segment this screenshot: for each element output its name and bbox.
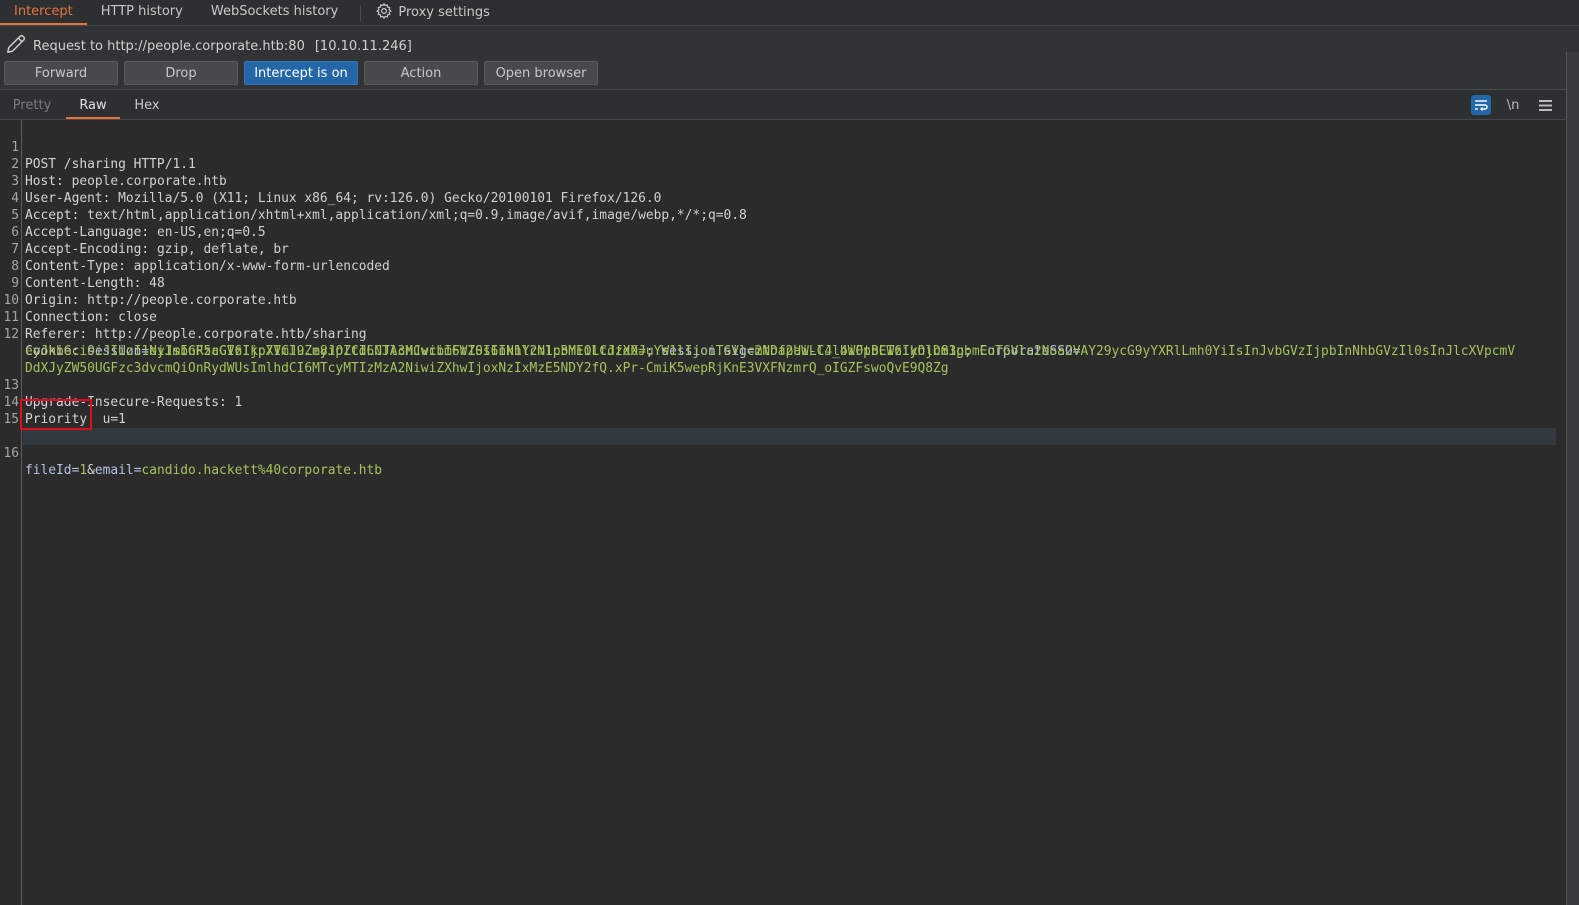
header-line: 9 Origin: http://people.corporate.htb [0,258,1566,308]
proxy-tabs: Intercept HTTP history WebSockets histor… [0,0,1579,26]
tab-pretty[interactable]: Pretty [0,90,64,119]
header-line: 6 Accept-Encoding: gzip, deflate, br [0,207,1566,257]
request-ip: [10.10.11.246] [314,38,412,54]
param-value-fileid: 1 [79,463,88,478]
show-newlines-toggle[interactable]: \n [1503,95,1523,115]
header-line: 2 Host: people.corporate.htb [0,139,1566,189]
cookie-header-continuation: DdXJyZW50UGFzc3dvcmQiOnRydWUsImlhdCI6MTc… [0,343,1566,376]
request-line: 1 POST /sharing HTTP/1.1 [0,122,1566,172]
tab-hex[interactable]: Hex [124,90,170,119]
message-view-tabs: Pretty Raw Hex \n [0,90,1579,120]
tab-intercept[interactable]: Intercept [0,0,87,25]
editor-tools: \n [1471,95,1555,115]
tab-divider [360,4,362,21]
tab-http-history[interactable]: HTTP history [87,0,197,25]
header-line: 5 Accept-Language: en-US,en;q=0.5 [0,190,1566,240]
param-value-email: candido.hackett%40corporate.htb [141,463,383,478]
header-line: 14 Priority: u=1 [0,377,1566,427]
drop-button[interactable]: Drop [124,61,238,85]
raw-request-editor[interactable]: 1 POST /sharing HTTP/1.1 2 Host: people.… [0,120,1566,905]
intercept-request-bar: Request to http://people.corporate.htb:8… [0,26,1579,90]
tab-raw[interactable]: Raw [66,90,120,119]
request-body-line: 16 fileId=1&email=candido.hackett%40corp… [0,411,1566,478]
request-target: Request to http://people.corporate.htb:8… [5,33,412,59]
header-line: 3 User-Agent: Mozilla/5.0 (X11; Linux x8… [0,156,1566,206]
param-name-fileid: fileId [25,463,72,478]
intercept-toggle-button[interactable]: Intercept is on [244,61,358,85]
header-line: 7 Content-Type: application/x-www-form-u… [0,224,1566,274]
param-name-email: email [94,463,134,478]
proxy-settings-label: Proxy settings [398,5,490,20]
open-browser-button[interactable]: Open browser [484,61,598,85]
blank-line: 15 [0,394,1566,427]
cookie-header-line: 12 Cookie: session=eyJmbGFzaGVzIjp7ImluZ… [0,309,1566,359]
line-number: 16 [3,446,19,461]
current-line-highlight [23,428,1556,445]
request-url: Request to http://people.corporate.htb:8… [33,38,305,54]
proxy-settings-button[interactable]: Proxy settings [369,2,496,24]
pencil-icon[interactable] [5,33,27,59]
intercept-actions: Forward Drop Intercept is on Action Open… [4,61,598,85]
cookie-header-continuation: eyJhbGciOiJIUzI1NiIsInR5cCI6IkpXVCJ9.eyJ… [0,326,1566,359]
hamburger-menu-icon[interactable] [1535,95,1555,115]
tab-websockets-history[interactable]: WebSockets history [197,0,352,25]
vertical-scrollbar[interactable] [1566,52,1579,905]
header-line: 4 Accept: text/html,application/xhtml+xm… [0,173,1566,223]
header-line: 10 Connection: close [0,275,1566,325]
annotation-highlight-box [20,399,92,430]
forward-button[interactable]: Forward [4,61,118,85]
header-line: 11 Referer: http://people.corporate.htb/… [0,292,1566,342]
gear-icon [375,2,393,24]
header-line: 8 Content-Length: 48 [0,241,1566,291]
header-line: 13 Upgrade-Insecure-Requests: 1 [0,360,1566,410]
action-button[interactable]: Action [364,61,478,85]
word-wrap-icon[interactable] [1471,95,1491,115]
